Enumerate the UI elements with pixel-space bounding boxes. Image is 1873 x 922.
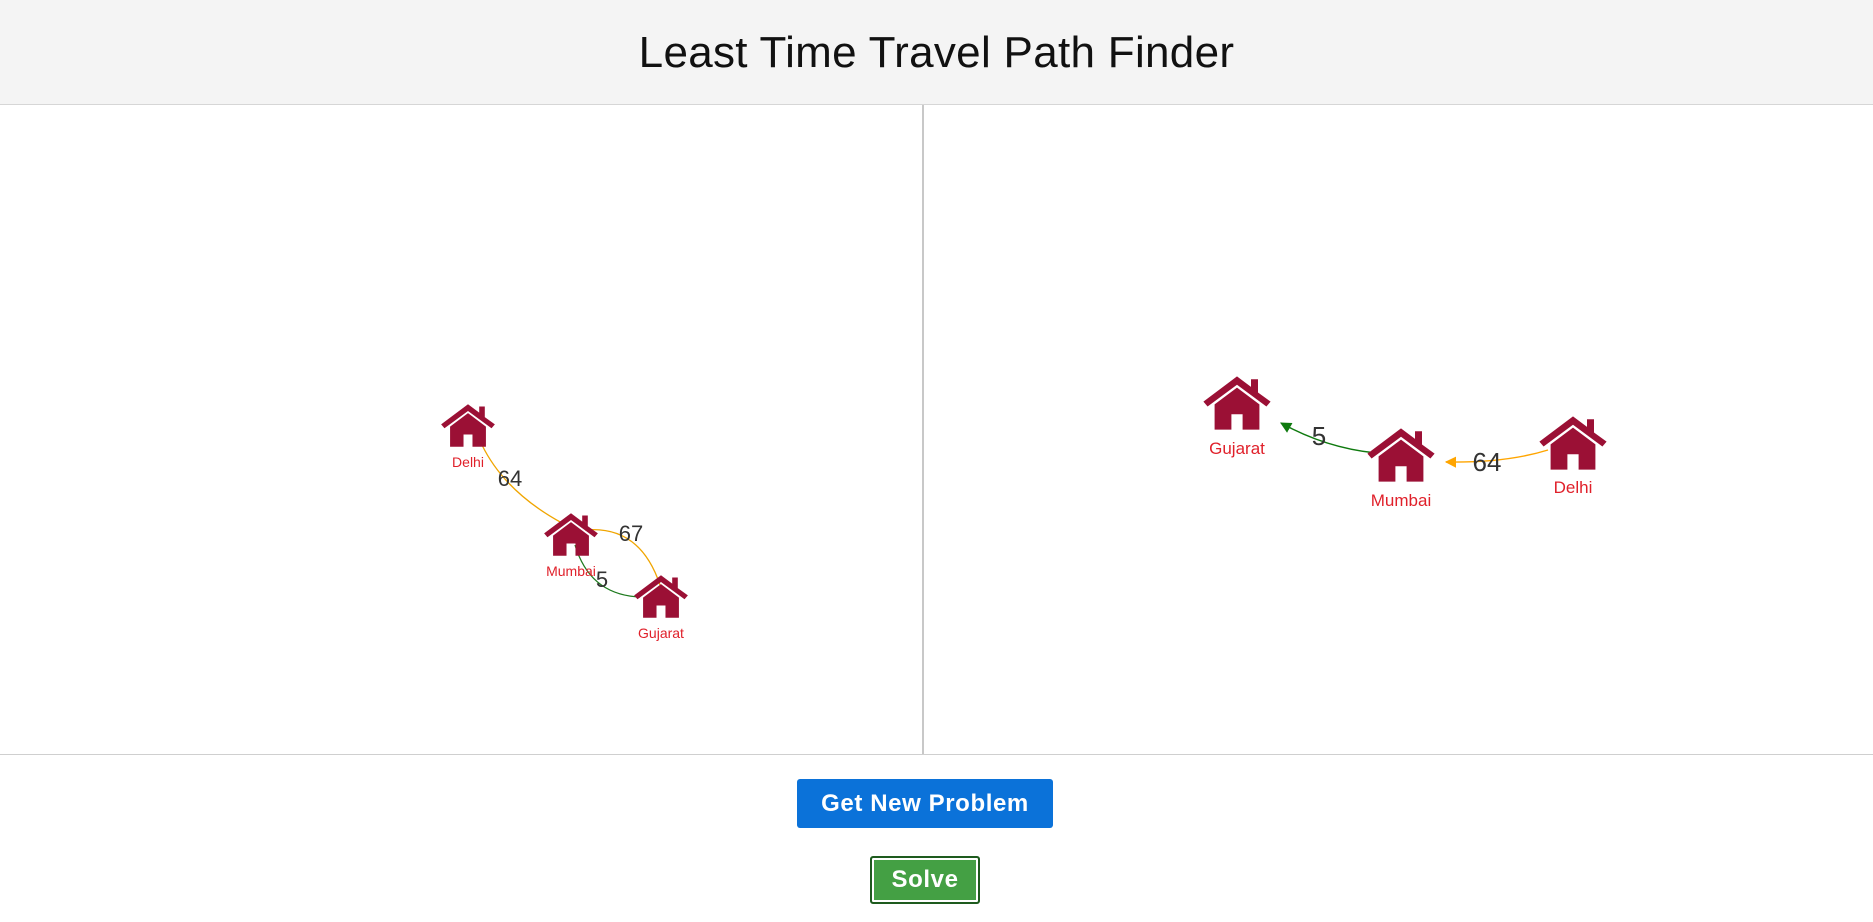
house-icon <box>1539 416 1607 470</box>
solution-graph-canvas: 5 64 Gujarat Mumbai Delhi <box>1203 376 1607 510</box>
node-label: Delhi <box>1554 478 1593 497</box>
house-icon <box>634 575 688 618</box>
edge-weight-label: 64 <box>498 466 522 491</box>
edge-weight-label: 64 <box>1473 447 1502 477</box>
node-label: Delhi <box>452 454 484 470</box>
house-icon <box>1203 376 1271 430</box>
house-icon <box>1367 428 1435 482</box>
problem-graph-canvas: 64 67 5 Delhi Mumbai Gujarat <box>441 404 688 641</box>
node-gujarat[interactable]: Gujarat <box>634 575 688 641</box>
node-delhi[interactable]: Delhi <box>441 404 495 470</box>
edge-weight-label: 5 <box>596 567 608 592</box>
page-title: Least Time Travel Path Finder <box>638 28 1235 77</box>
house-icon <box>544 513 598 556</box>
node-label: Gujarat <box>638 625 684 641</box>
node-gujarat[interactable]: Gujarat <box>1203 376 1271 458</box>
app-header: Least Time Travel Path Finder <box>0 0 1873 105</box>
solve-button[interactable]: Solve <box>870 856 980 904</box>
get-new-problem-button[interactable]: Get New Problem <box>797 779 1053 828</box>
node-delhi[interactable]: Delhi <box>1539 416 1607 497</box>
node-label: Mumbai <box>546 563 596 579</box>
node-label: Gujarat <box>1209 439 1265 458</box>
node-mumbai[interactable]: Mumbai <box>544 513 598 579</box>
edge-weight-label: 67 <box>619 521 643 546</box>
node-mumbai[interactable]: Mumbai <box>1367 428 1435 510</box>
graph-panels: 64 67 5 Delhi Mumbai Gujarat 5 64 Gujara… <box>0 105 1873 755</box>
edge-weight-label: 5 <box>1312 421 1326 451</box>
problem-graph-panel: 64 67 5 Delhi Mumbai Gujarat <box>0 105 924 754</box>
edge-mumbai-to-gujarat <box>1280 422 1377 454</box>
house-icon <box>441 404 495 447</box>
node-label: Mumbai <box>1371 491 1431 510</box>
solution-graph-panel: 5 64 Gujarat Mumbai Delhi <box>926 105 1873 754</box>
